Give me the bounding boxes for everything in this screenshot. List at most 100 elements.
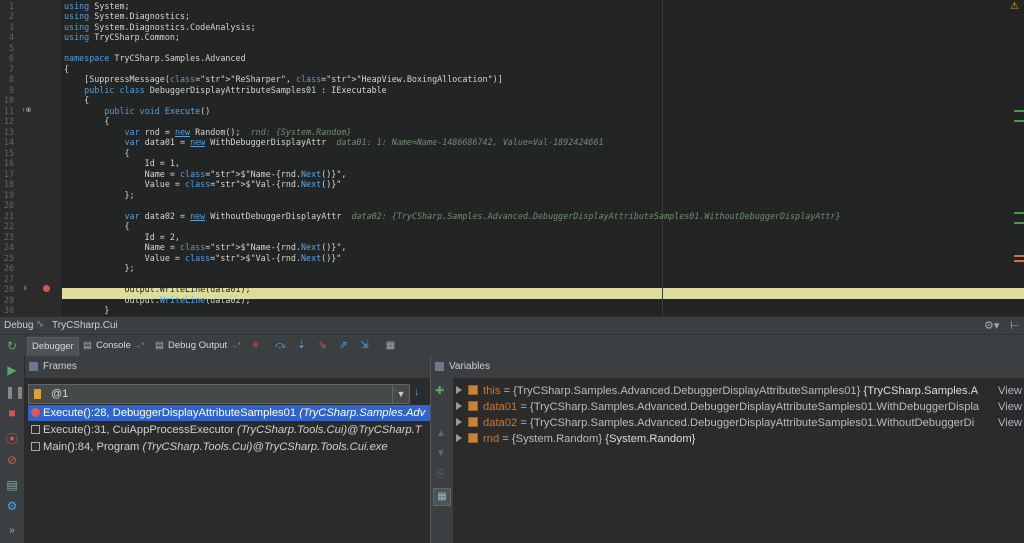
resume-icon[interactable]: ▶ bbox=[5, 363, 19, 377]
expand-icon[interactable] bbox=[456, 434, 462, 442]
tab-debug-output-label: Debug Output bbox=[168, 340, 228, 351]
frame-main: Execute():31, CuiAppProcessExecutor bbox=[43, 424, 238, 436]
code-line[interactable]: Value = class="str">$"Val-{rnd.Next()}" bbox=[64, 179, 342, 190]
line-number: 7 bbox=[8, 63, 14, 74]
variable-row[interactable]: this = {TryCSharp.Samples.Advanced.Debug… bbox=[453, 383, 1024, 399]
next-frame-icon[interactable]: ↓ bbox=[414, 386, 420, 398]
breakpoint-icon[interactable] bbox=[43, 285, 50, 292]
code-line[interactable]: Output.WriteLine(data01); bbox=[64, 284, 251, 295]
code-line[interactable]: Id = 2, bbox=[64, 232, 180, 243]
console-icon: ▤ bbox=[83, 340, 92, 351]
code-line[interactable]: using System.Diagnostics; bbox=[64, 11, 190, 22]
view-link[interactable]: View bbox=[993, 383, 1022, 399]
marker[interactable] bbox=[1014, 255, 1024, 257]
hide-panel-icon[interactable]: ⊢ bbox=[1010, 319, 1020, 332]
frame-row[interactable]: Execute():28, DebuggerDisplayAttributeSa… bbox=[28, 405, 430, 421]
pause-icon[interactable]: ❚❚ bbox=[5, 385, 25, 399]
code-line[interactable]: var data02 = new WithoutDebuggerDisplayA… bbox=[64, 211, 841, 222]
code-line[interactable]: } bbox=[64, 305, 109, 316]
variable-name: data01 bbox=[483, 401, 518, 413]
thread-selector[interactable]: @1 ▼ bbox=[28, 384, 410, 404]
code-line[interactable]: Id = 1, bbox=[64, 158, 180, 169]
show-execution-point-icon[interactable]: ≡ bbox=[249, 339, 262, 352]
code-line[interactable]: { bbox=[64, 95, 89, 106]
warning-icon[interactable]: ⚠ bbox=[1010, 1, 1019, 12]
settings-icon[interactable]: ⚙ bbox=[5, 499, 19, 513]
tab-console-label: Console bbox=[96, 340, 131, 351]
line-number: 13 bbox=[3, 126, 14, 137]
line-number: 21 bbox=[3, 210, 14, 221]
code-line[interactable]: public class DebuggerDisplayAttributeSam… bbox=[64, 85, 387, 96]
code-line[interactable]: Name = class="str">$"Name-{rnd.Next()}", bbox=[64, 169, 347, 180]
code-line[interactable]: }; bbox=[64, 190, 135, 201]
view-link[interactable]: View bbox=[993, 415, 1022, 431]
move-up-icon[interactable]: ▲ bbox=[436, 428, 446, 439]
code-line[interactable]: namespace TryCSharp.Samples.Advanced bbox=[64, 53, 246, 64]
variable-row[interactable]: rnd = {System.Random} {System.Random} bbox=[453, 431, 1024, 447]
code-editor[interactable]: ⚠ 1 using System; 2 using System.Diagnostic… bbox=[0, 0, 1024, 316]
tab-console[interactable]: ▤ Console →* bbox=[80, 337, 149, 355]
line-number: 11 bbox=[3, 105, 14, 116]
step-out-icon[interactable]: ⇗ bbox=[337, 339, 350, 352]
line-number: 20 bbox=[3, 200, 14, 210]
code-line[interactable]: { bbox=[64, 64, 69, 75]
code-line[interactable]: { bbox=[64, 116, 109, 127]
evaluate-icon[interactable]: ✚ bbox=[435, 384, 444, 397]
override-marker-icon[interactable]: ↑⊕ bbox=[22, 106, 31, 114]
move-down-icon[interactable]: ▼ bbox=[436, 448, 446, 459]
frame-row[interactable]: Execute():31, CuiAppProcessExecutor (Try… bbox=[28, 422, 430, 438]
variable-name: data02 bbox=[483, 417, 518, 429]
field-icon bbox=[468, 433, 478, 443]
lightbulb-icon[interactable]: ♁ bbox=[22, 283, 28, 292]
marker[interactable] bbox=[1014, 110, 1024, 112]
copy-icon[interactable]: ⎘ bbox=[436, 468, 445, 481]
run-config-name: TryCSharp.Cui bbox=[52, 320, 118, 331]
variable-row[interactable]: data01 = {TryCSharp.Samples.Advanced.Deb… bbox=[453, 399, 1024, 415]
marker[interactable] bbox=[1014, 260, 1024, 262]
code-line[interactable]: Name = class="str">$"Name-{rnd.Next()}", bbox=[64, 242, 347, 253]
expand-icon[interactable] bbox=[456, 386, 462, 394]
pin-icon[interactable]: →* bbox=[230, 341, 241, 350]
tab-debugger[interactable]: Debugger bbox=[27, 337, 79, 357]
pin-icon[interactable]: →* bbox=[134, 341, 145, 350]
run-to-cursor-icon[interactable]: ⇲ bbox=[358, 339, 371, 352]
field-icon bbox=[468, 401, 478, 411]
tab-debug-output[interactable]: ▤ Debug Output →* bbox=[152, 337, 245, 355]
prev-frame-icon[interactable]: ↑ bbox=[392, 386, 398, 398]
code-line[interactable]: var rnd = new Random(); rnd: {System.Ran… bbox=[64, 127, 352, 138]
layout-icon[interactable]: ▤ bbox=[5, 478, 19, 492]
settings-gear-icon[interactable]: ⚙▾ bbox=[984, 319, 999, 332]
code-line[interactable]: Value = class="str">$"Val-{rnd.Next()}" bbox=[64, 253, 342, 264]
force-step-into-icon[interactable]: ⇘ bbox=[316, 339, 329, 352]
code-line[interactable]: Output.WriteLine(data02); bbox=[64, 295, 251, 306]
code-line[interactable]: { bbox=[64, 148, 130, 159]
stop-icon[interactable]: ■ bbox=[5, 406, 19, 420]
view-link[interactable]: View bbox=[993, 399, 1022, 415]
code-line[interactable]: [SuppressMessage(class="str">"ReSharper"… bbox=[64, 74, 503, 85]
more-icon[interactable]: » bbox=[5, 524, 19, 538]
view-breakpoints-icon[interactable]: ⦿ bbox=[5, 432, 19, 446]
rerun-icon[interactable]: ↻ bbox=[5, 339, 19, 353]
line-number: 5 bbox=[8, 42, 14, 53]
marker[interactable] bbox=[1014, 212, 1024, 214]
code-line[interactable]: var data01 = new WithDebuggerDisplayAttr… bbox=[64, 137, 604, 148]
code-line[interactable]: using TryCSharp.Common; bbox=[64, 32, 180, 43]
marker[interactable] bbox=[1014, 120, 1024, 122]
marker[interactable] bbox=[1014, 222, 1024, 224]
frame-row[interactable]: Main():84, Program (TryCSharp.Tools.Cui)… bbox=[28, 439, 430, 455]
variable-row[interactable]: data02 = {TryCSharp.Samples.Advanced.Deb… bbox=[453, 415, 1024, 431]
code-line[interactable]: using System; bbox=[64, 1, 130, 12]
expand-icon[interactable] bbox=[456, 402, 462, 410]
editor-scroll-markers[interactable]: ⚠ bbox=[1010, 0, 1024, 316]
code-line[interactable]: { bbox=[64, 221, 130, 232]
mute-breakpoints-icon[interactable]: ⊘ bbox=[5, 453, 19, 467]
expand-icon[interactable] bbox=[456, 418, 462, 426]
step-over-icon[interactable]: ⤼ bbox=[274, 339, 287, 352]
code-line[interactable]: using System.Diagnostics.CodeAnalysis; bbox=[64, 22, 256, 33]
code-line[interactable]: public void Execute() bbox=[64, 106, 210, 117]
code-line[interactable]: }; bbox=[64, 263, 135, 274]
evaluate-expression-icon[interactable]: ▦ bbox=[384, 339, 397, 352]
variable-value: = {TryCSharp.Samples.Advanced.DebuggerDi… bbox=[517, 401, 980, 413]
step-into-icon[interactable]: ⇣ bbox=[295, 339, 308, 352]
show-watches-icon[interactable]: ▦ bbox=[433, 488, 451, 506]
